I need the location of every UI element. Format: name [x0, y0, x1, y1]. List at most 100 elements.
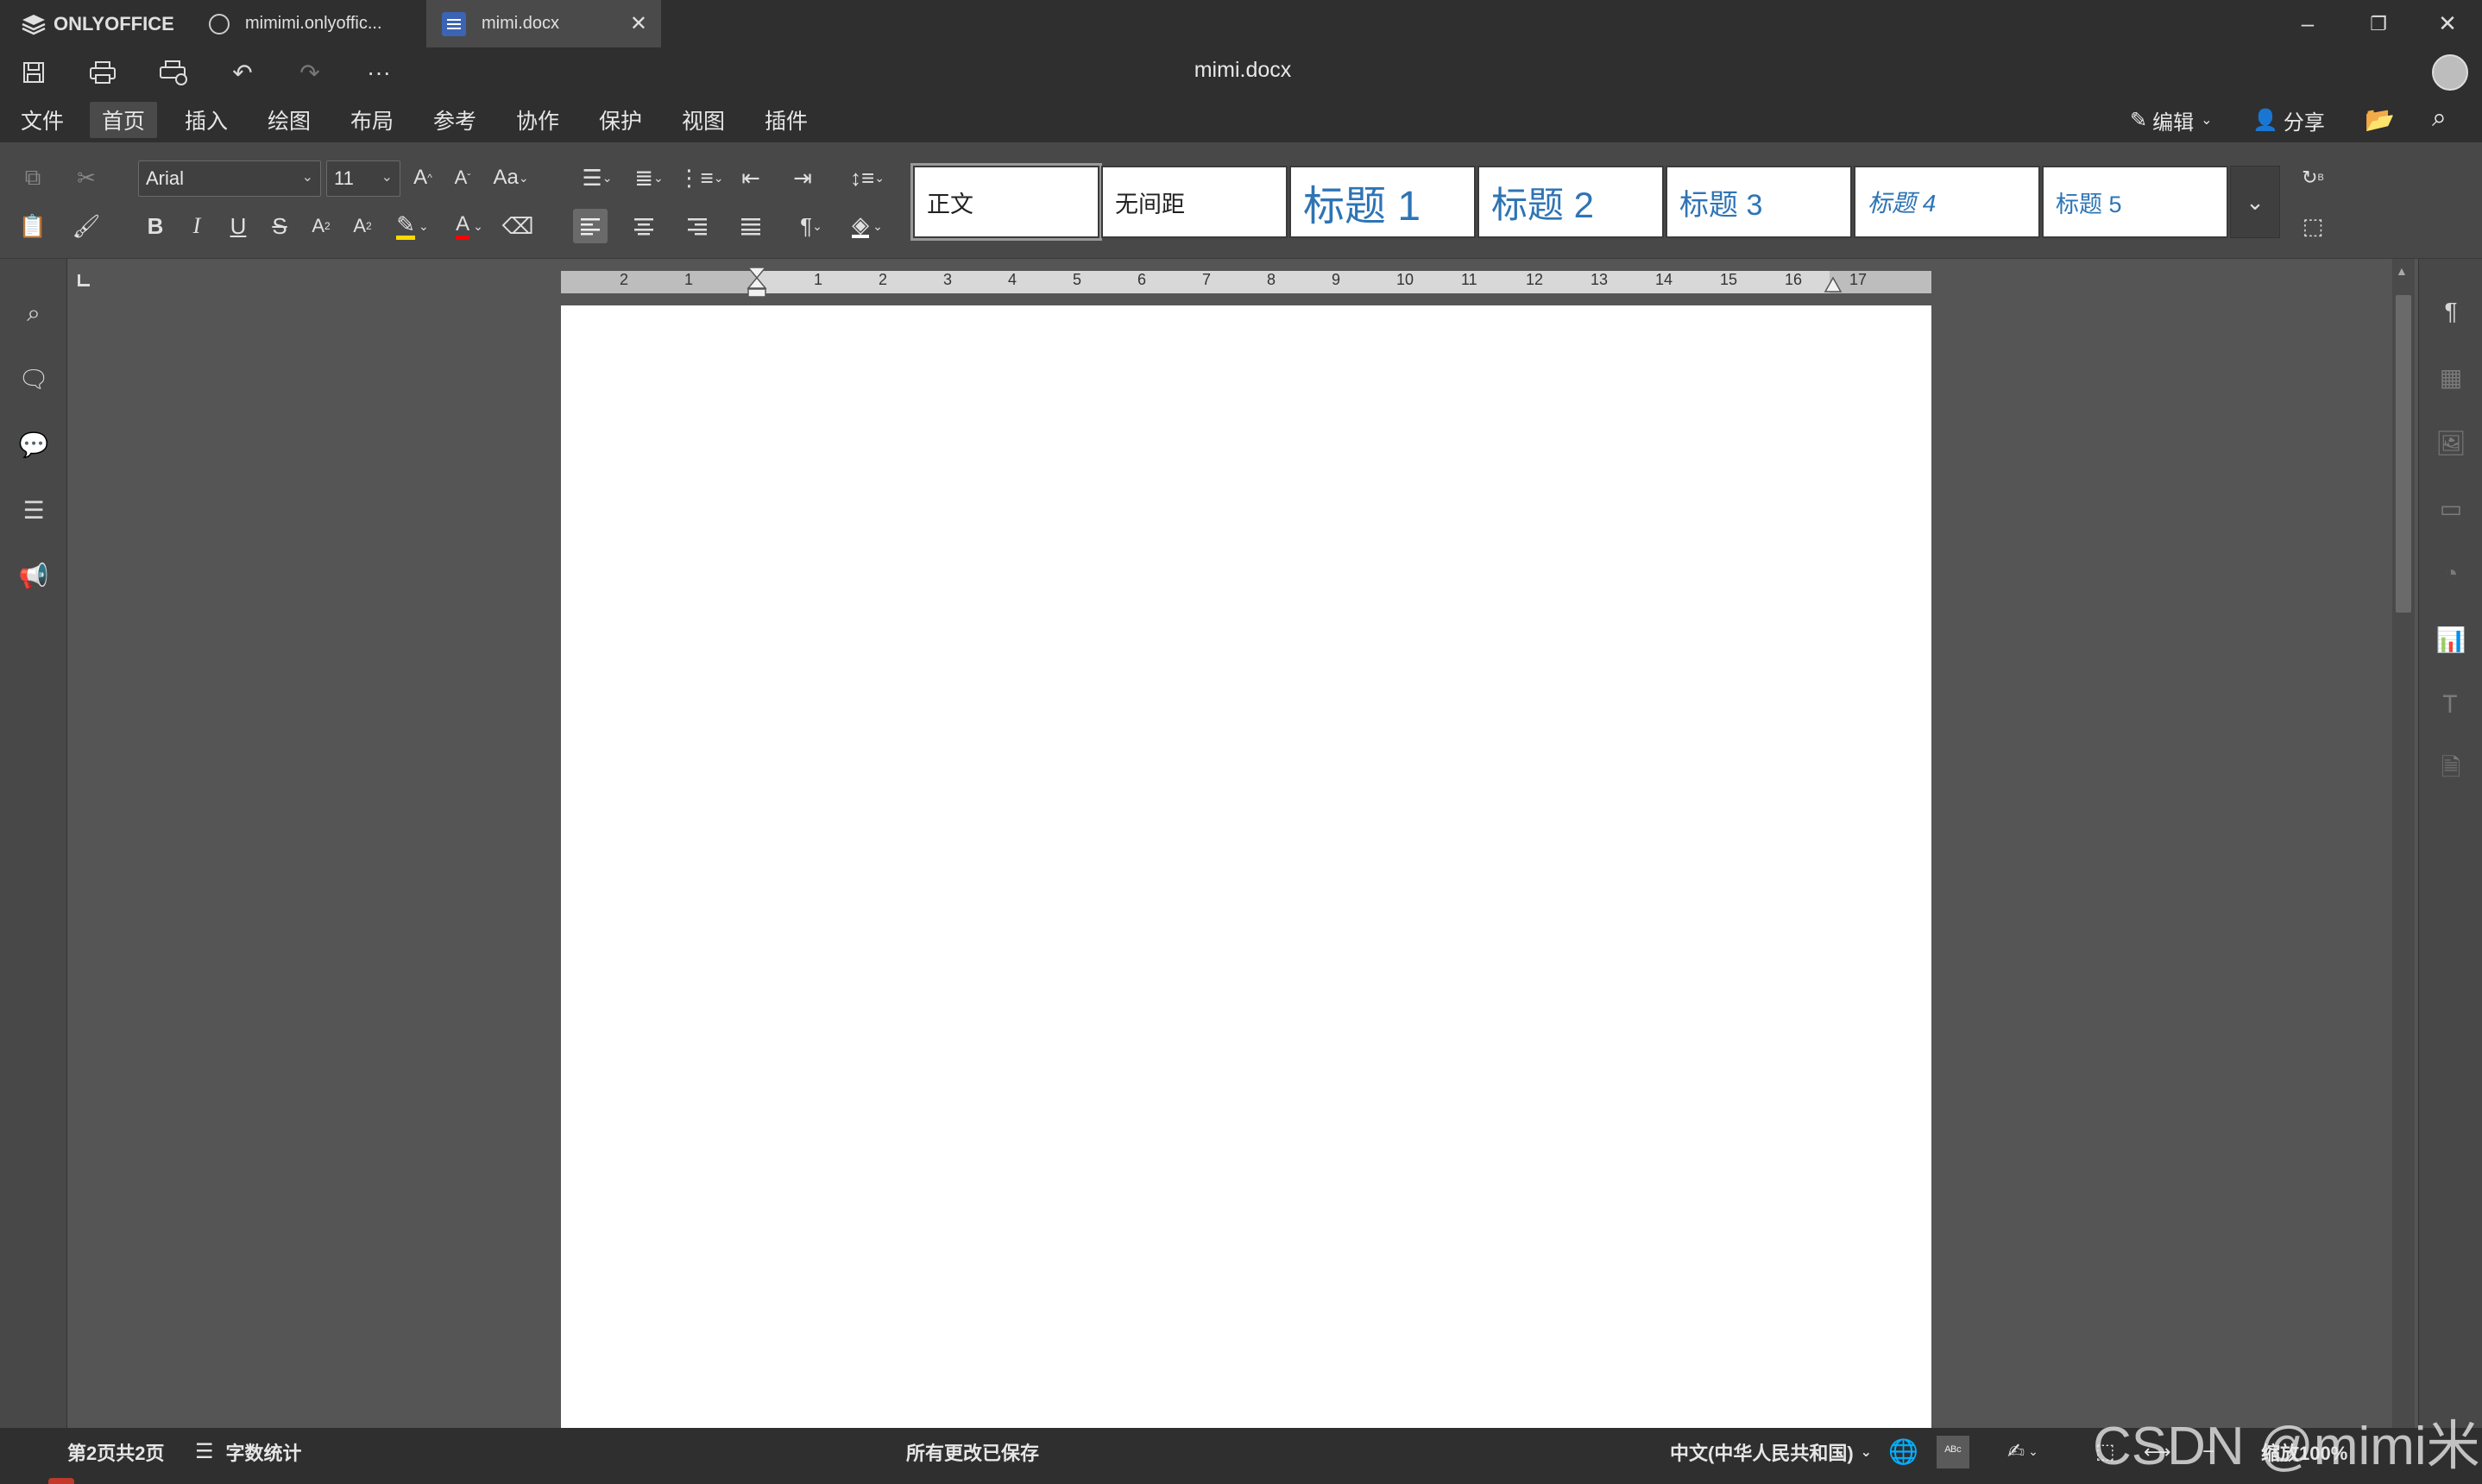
subscript-icon[interactable]: A2: [345, 209, 380, 243]
clear-style-icon[interactable]: ⌫: [501, 209, 535, 243]
tab-document[interactable]: mimi.docx ✕: [426, 0, 661, 47]
numbered-list-icon[interactable]: ≣ ⌄: [625, 160, 673, 195]
image-settings-icon[interactable]: 🖼: [2431, 423, 2471, 462]
track-changes-icon[interactable]: ✍ ⌄: [2007, 1428, 2038, 1475]
align-left-icon[interactable]: [573, 209, 608, 243]
quick-print-icon[interactable]: [155, 54, 192, 91]
undo-icon[interactable]: ↶: [224, 54, 261, 91]
nonprinting-characters-icon[interactable]: ¶ ⌄: [787, 209, 835, 243]
style-no-spacing[interactable]: 无间距: [1101, 166, 1288, 238]
search-icon[interactable]: ⌕: [14, 293, 54, 333]
align-center-icon[interactable]: [627, 209, 661, 243]
close-window-button[interactable]: ✕: [2413, 0, 2482, 47]
format-painter-icon[interactable]: 🖌: [69, 209, 104, 243]
justify-icon[interactable]: [734, 209, 768, 243]
underline-icon[interactable]: U: [221, 209, 255, 243]
more-icon[interactable]: ···: [361, 54, 397, 91]
italic-icon[interactable]: I: [180, 209, 214, 243]
avatar[interactable]: [2432, 54, 2468, 91]
highlight-color-button[interactable]: ✎ ⌄: [387, 209, 438, 243]
tab-home[interactable]: 首页: [90, 102, 158, 138]
change-case-icon[interactable]: Aa ⌄: [485, 160, 537, 195]
superscript-icon[interactable]: A2: [304, 209, 338, 243]
decrease-font-icon[interactable]: Aˇ: [445, 160, 480, 195]
bullet-list-icon[interactable]: ☰ ⌄: [573, 160, 621, 195]
close-tab-icon[interactable]: ✕: [630, 11, 647, 36]
ruler-left-margin: [561, 271, 758, 293]
bold-icon[interactable]: B: [138, 209, 173, 243]
shading-icon[interactable]: ◈ ⌄: [842, 209, 892, 243]
paragraph-settings-icon[interactable]: ¶: [2431, 292, 2471, 331]
style-heading-2[interactable]: 标题 2: [1477, 166, 1664, 238]
font-size-select[interactable]: 11 ⌄: [326, 160, 400, 197]
chat-icon[interactable]: 💬: [14, 424, 54, 464]
share-button[interactable]: 👤 分享: [2252, 102, 2325, 138]
font-color-button[interactable]: A ⌄: [444, 209, 495, 243]
tab-draw[interactable]: 绘图: [255, 102, 323, 138]
font-name-select[interactable]: Arial ⌄: [138, 160, 321, 197]
style-heading-3[interactable]: 标题 3: [1666, 166, 1852, 238]
decrease-indent-icon[interactable]: ⇤: [734, 160, 768, 195]
style-heading-4-label: 标题 4: [1868, 190, 1937, 217]
cut-icon[interactable]: ✂: [69, 160, 104, 195]
vertical-scrollbar[interactable]: ▲: [2392, 259, 2415, 1428]
comments-icon[interactable]: 🗨: [14, 359, 54, 399]
title-tab-bar: ONLYOFFICE mimimi.onlyoffic... mimi.docx…: [0, 0, 2482, 47]
scrollbar-thumb[interactable]: [2396, 295, 2411, 613]
restore-button[interactable]: ❐: [2344, 0, 2413, 47]
tab-references[interactable]: 参考: [421, 102, 488, 138]
increase-indent-icon[interactable]: ⇥: [785, 160, 820, 195]
tab-layout[interactable]: 布局: [338, 102, 406, 138]
font-color-icon: A: [456, 212, 470, 240]
onlyoffice-home-tab[interactable]: ONLYOFFICE: [0, 0, 190, 47]
word-count-button[interactable]: ☰ 字数统计: [195, 1428, 302, 1475]
tab-plugins[interactable]: 插件: [753, 102, 820, 138]
replace-icon[interactable]: ↻ B: [2296, 160, 2330, 195]
horizontal-ruler[interactable]: 2 1 1 2 3 4 5 6 7 8 9 10 11 12 13 14 15 …: [561, 267, 1931, 298]
tab-portal[interactable]: mimimi.onlyoffic...: [192, 0, 425, 47]
style-heading-5[interactable]: 标题 5: [2042, 166, 2228, 238]
chart-settings-icon[interactable]: 📊: [2431, 619, 2471, 659]
spellcheck-icon[interactable]: ᴬᴮᶜ: [1937, 1436, 1969, 1468]
tab-stop-icon[interactable]: [78, 274, 90, 286]
open-location-icon[interactable]: 📂: [2365, 105, 2395, 134]
multilevel-list-icon[interactable]: ⋮≡ ⌄: [677, 160, 725, 195]
redo-icon[interactable]: ↷: [292, 54, 328, 91]
paste-icon[interactable]: 📋: [16, 209, 50, 243]
tab-collaboration[interactable]: 协作: [504, 102, 571, 138]
indent-marker-icon[interactable]: [746, 266, 768, 300]
select-all-icon[interactable]: ⬚: [2296, 209, 2330, 243]
tab-protection[interactable]: 保护: [587, 102, 654, 138]
right-indent-marker-icon[interactable]: [1824, 274, 1843, 293]
save-icon[interactable]: [16, 54, 52, 91]
mail-merge-icon[interactable]: 🗎: [2431, 751, 2471, 790]
style-normal[interactable]: 正文: [910, 163, 1102, 241]
shape-settings-icon[interactable]: ◔: [2431, 554, 2471, 594]
tab-view[interactable]: 视图: [670, 102, 737, 138]
style-heading-1[interactable]: 标题 1: [1289, 166, 1476, 238]
align-right-icon[interactable]: [680, 209, 715, 243]
tab-file[interactable]: 文件: [9, 102, 76, 138]
taskbar-peek: [48, 1478, 74, 1484]
minimize-button[interactable]: –: [2273, 0, 2342, 47]
globe-icon[interactable]: 🌐: [1888, 1428, 1918, 1475]
styles-expand-button[interactable]: ⌄: [2230, 166, 2280, 238]
scroll-up-icon[interactable]: ▲: [2396, 264, 2408, 278]
header-footer-settings-icon[interactable]: ▭: [2431, 488, 2471, 528]
edit-mode-button[interactable]: ✎ 编辑 ⌄: [2130, 102, 2213, 138]
textart-settings-icon[interactable]: Ꭲ: [2431, 685, 2471, 725]
strikethrough-icon[interactable]: S: [262, 209, 297, 243]
table-settings-icon[interactable]: ▦: [2431, 357, 2471, 397]
copy-icon[interactable]: ⧉: [16, 160, 50, 195]
style-heading-4[interactable]: 标题 4: [1854, 166, 2040, 238]
language-select[interactable]: 中文(中华人民共和国) ⌄: [1670, 1428, 1872, 1475]
line-spacing-icon[interactable]: ↕≡ ⌄: [842, 160, 892, 195]
feedback-icon[interactable]: 📢: [14, 556, 54, 595]
search-icon[interactable]: ⌕: [2432, 104, 2447, 133]
increase-font-icon[interactable]: A ^: [406, 160, 440, 195]
navigation-icon[interactable]: ☰: [14, 490, 54, 530]
tab-insert[interactable]: 插入: [173, 102, 240, 138]
page-info[interactable]: 第2页共2页: [67, 1428, 164, 1475]
document-page[interactable]: [561, 305, 1931, 1428]
print-icon[interactable]: [85, 54, 121, 91]
